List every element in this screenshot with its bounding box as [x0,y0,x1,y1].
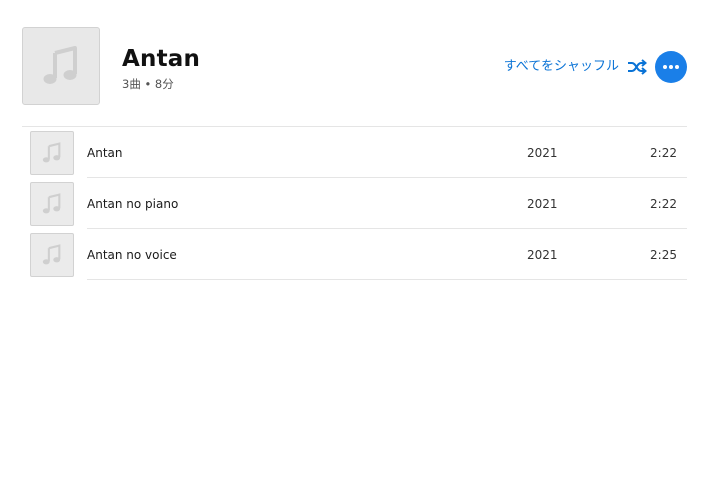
album-title: Antan [122,46,201,72]
music-note-icon [42,142,61,163]
track-thumbnail [30,233,74,277]
track-year: 2021 [527,197,558,211]
music-note-icon [42,193,61,214]
track-year: 2021 [527,146,558,160]
track-thumbnail [30,131,74,175]
music-note-icon [42,244,61,265]
album-art [22,27,100,105]
track-duration: 2:25 [650,248,677,262]
album-page: Antan 3曲 • 8分 すべてをシャッフル Antan 2021 2:22 … [0,0,711,490]
album-meta: 3曲 • 8分 [122,77,174,91]
track-title: Antan no voice [87,248,177,262]
track-title: Antan no piano [87,197,179,211]
shuffle-all-button[interactable]: すべてをシャッフル [504,56,647,78]
track-row[interactable]: Antan no voice 2021 2:25 [22,229,687,280]
music-note-icon [43,46,77,84]
track-thumbnail [30,182,74,226]
shuffle-all-label: すべてをシャッフル [503,59,619,74]
more-options-button[interactable] [655,51,687,83]
shuffle-icon [628,59,647,75]
track-duration: 2:22 [650,146,677,160]
track-list: Antan 2021 2:22 Antan no piano 2021 2:22 [22,126,687,280]
track-year: 2021 [527,248,558,262]
track-duration: 2:22 [650,197,677,211]
track-title: Antan [87,146,123,160]
track-row[interactable]: Antan 2021 2:22 [22,127,687,178]
row-divider [87,279,687,280]
more-icon [663,65,679,69]
track-row[interactable]: Antan no piano 2021 2:22 [22,178,687,229]
